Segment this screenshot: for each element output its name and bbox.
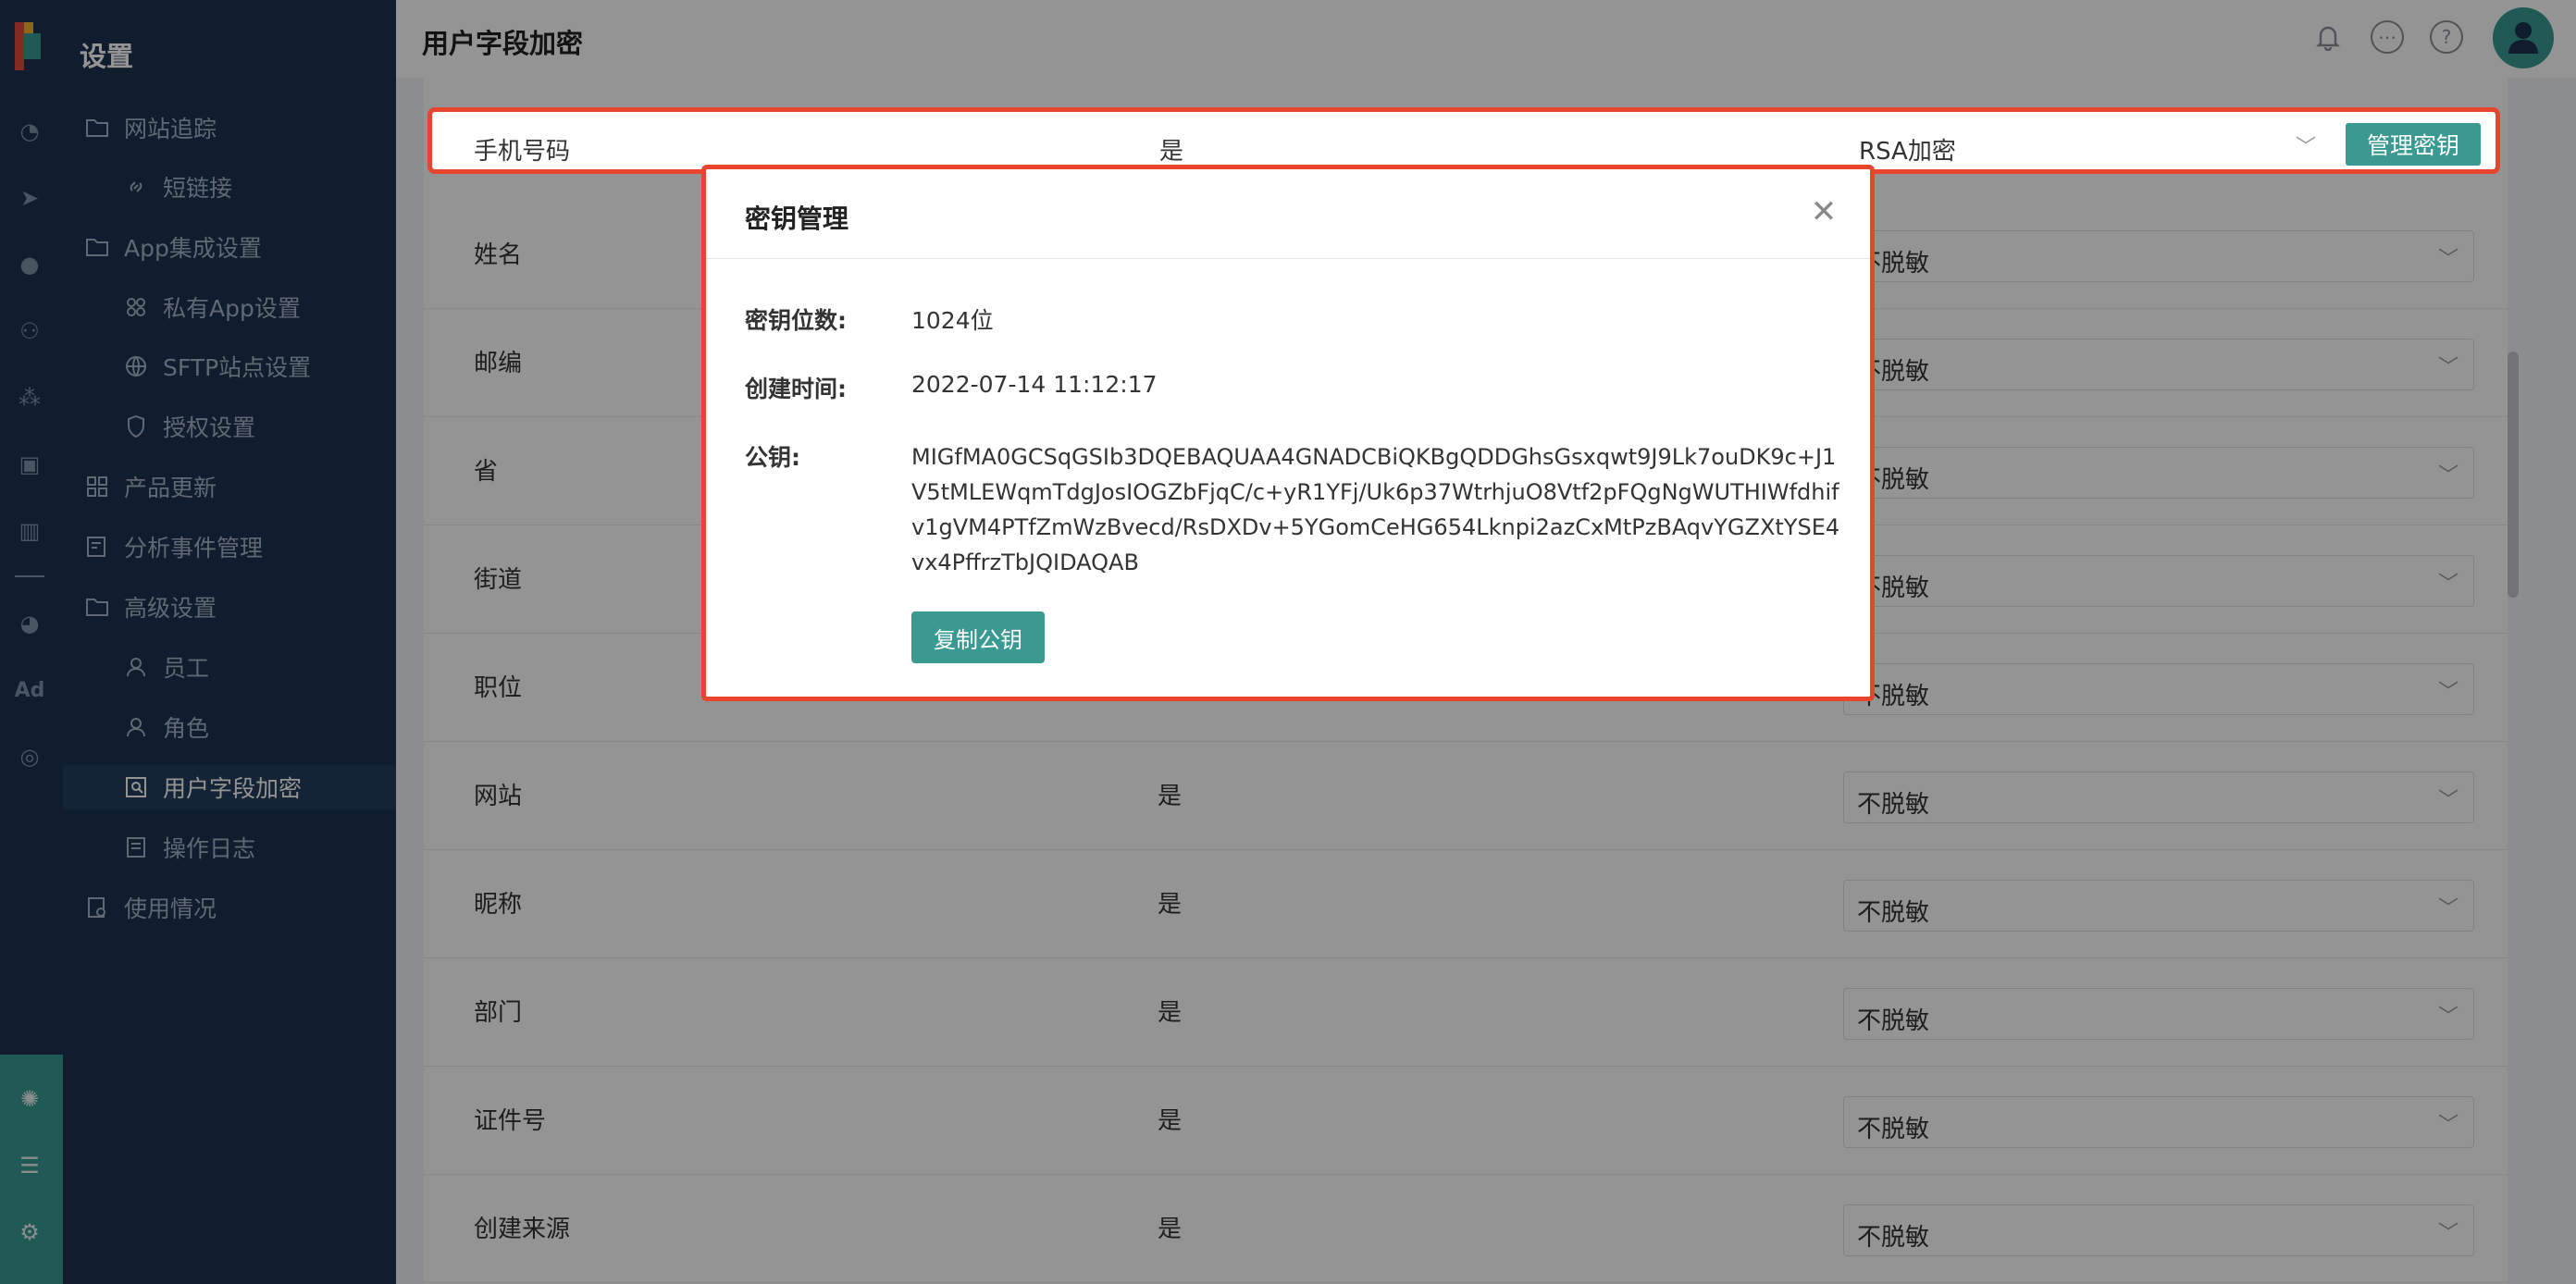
manage-keys-button[interactable]: 管理密钥 — [2346, 123, 2481, 166]
created-time-value: 2022-07-14 11:12:17 — [911, 371, 1158, 398]
chevron-down-icon: ﹀ — [2295, 136, 2316, 159]
field-value: 是 — [1159, 138, 1184, 166]
copy-public-key-button[interactable]: 复制公钥 — [911, 611, 1045, 663]
key-management-dialog: 密钥管理 ✕ 密钥位数: 1024位 创建时间: 2022-07-14 11:1… — [701, 165, 1875, 701]
created-time-label: 创建时间: — [745, 376, 847, 402]
dialog-title: 密钥管理 — [745, 204, 849, 234]
key-bits-value: 1024位 — [911, 307, 994, 334]
field-name: 手机号码 — [474, 138, 571, 166]
key-bits-label: 密钥位数: — [745, 307, 847, 334]
close-icon[interactable]: ✕ — [1805, 193, 1842, 230]
dialog-divider — [706, 258, 1870, 259]
public-key-label: 公钥: — [745, 444, 800, 471]
encryption-select[interactable]: RSA加密 ﹀ — [1850, 123, 2323, 166]
select-value: RSA加密 — [1859, 138, 1956, 166]
public-key-value: MIGfMA0GCSqGSIb3DQEBAQUAA4GNADCBiQKBgQDD… — [911, 444, 1840, 575]
